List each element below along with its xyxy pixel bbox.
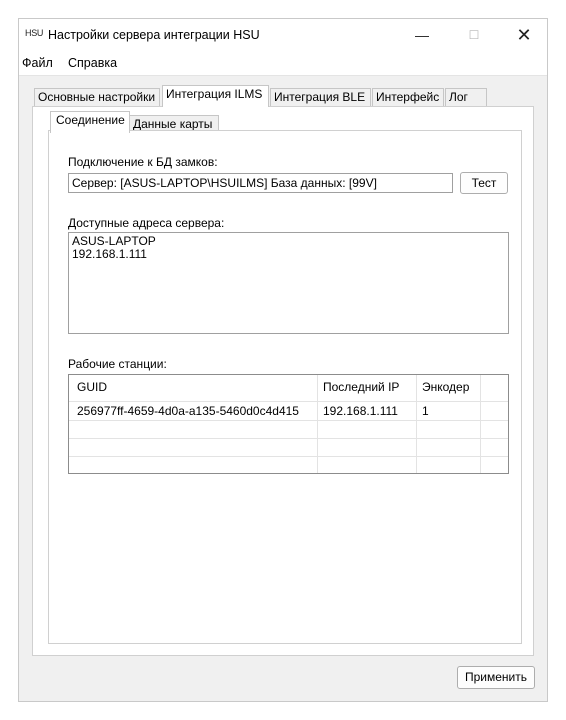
cell-empty[interactable]	[69, 420, 318, 438]
table-row[interactable]	[69, 420, 508, 439]
cell-empty[interactable]	[318, 420, 417, 438]
cell-empty	[481, 420, 508, 438]
window-title: Настройки сервера интеграции HSU	[48, 28, 260, 42]
tab-ble-integration[interactable]: Интеграция BLE	[270, 88, 371, 106]
menu-file[interactable]: Файл	[22, 56, 53, 70]
table-row[interactable]	[69, 456, 508, 473]
maximize-button[interactable]: ☐	[451, 19, 497, 51]
table-row[interactable]: 256977ff-4659-4d0a-a135-5460d0c4d415 192…	[69, 401, 508, 421]
cell-encoder[interactable]: 1	[417, 401, 481, 420]
cell-empty	[481, 438, 508, 456]
tab-log[interactable]: Лог	[445, 88, 487, 106]
menu-bar: Файл Справка	[19, 51, 547, 76]
title-bar[interactable]: HSU Настройки сервера интеграции HSU — ☐…	[19, 19, 547, 51]
cell-empty[interactable]	[417, 420, 481, 438]
table-row[interactable]	[69, 438, 508, 457]
column-header-last-ip[interactable]: Последний IP	[318, 375, 417, 401]
cell-empty[interactable]	[69, 456, 318, 473]
tab-basic-settings[interactable]: Основные настройки	[34, 88, 160, 106]
cell-guid[interactable]: 256977ff-4659-4d0a-a135-5460d0c4d415	[69, 401, 318, 420]
cell-empty[interactable]	[417, 438, 481, 456]
app-icon: HSU	[25, 28, 44, 38]
cell-empty[interactable]	[318, 438, 417, 456]
column-header-filler	[481, 375, 508, 401]
tab-connection[interactable]: Соединение	[50, 111, 130, 133]
db-connection-label: Подключение к БД замков:	[68, 155, 218, 169]
cell-filler	[481, 401, 508, 420]
cell-empty[interactable]	[69, 438, 318, 456]
cell-empty[interactable]	[318, 456, 417, 473]
tab-ilms-integration[interactable]: Интеграция ILMS	[162, 85, 269, 107]
test-button[interactable]: Тест	[460, 172, 508, 194]
cell-empty	[481, 456, 508, 473]
server-addresses-list[interactable]: ASUS-LAPTOP 192.168.1.111	[68, 232, 509, 334]
workstations-grid[interactable]: GUID Последний IP Энкодер 256977ff-4659-…	[68, 374, 509, 474]
server-addresses-label: Доступные адреса сервера:	[68, 216, 225, 230]
list-item[interactable]: 192.168.1.111	[72, 248, 505, 261]
minimize-button[interactable]: —	[399, 19, 445, 51]
cell-empty[interactable]	[417, 456, 481, 473]
apply-button[interactable]: Применить	[457, 666, 535, 689]
db-connection-field[interactable]: Сервер: [ASUS-LAPTOP\HSUILMS] База данны…	[68, 173, 453, 193]
cell-last-ip[interactable]: 192.168.1.111	[318, 401, 417, 420]
column-header-guid[interactable]: GUID	[69, 375, 318, 401]
menu-help[interactable]: Справка	[68, 56, 117, 70]
grid-header-row: GUID Последний IP Энкодер	[69, 375, 508, 402]
tab-interface[interactable]: Интерфейс	[372, 88, 444, 106]
workstations-label: Рабочие станции:	[68, 357, 167, 371]
column-header-encoder[interactable]: Энкодер	[417, 375, 481, 401]
close-button[interactable]: ✕	[501, 19, 547, 51]
